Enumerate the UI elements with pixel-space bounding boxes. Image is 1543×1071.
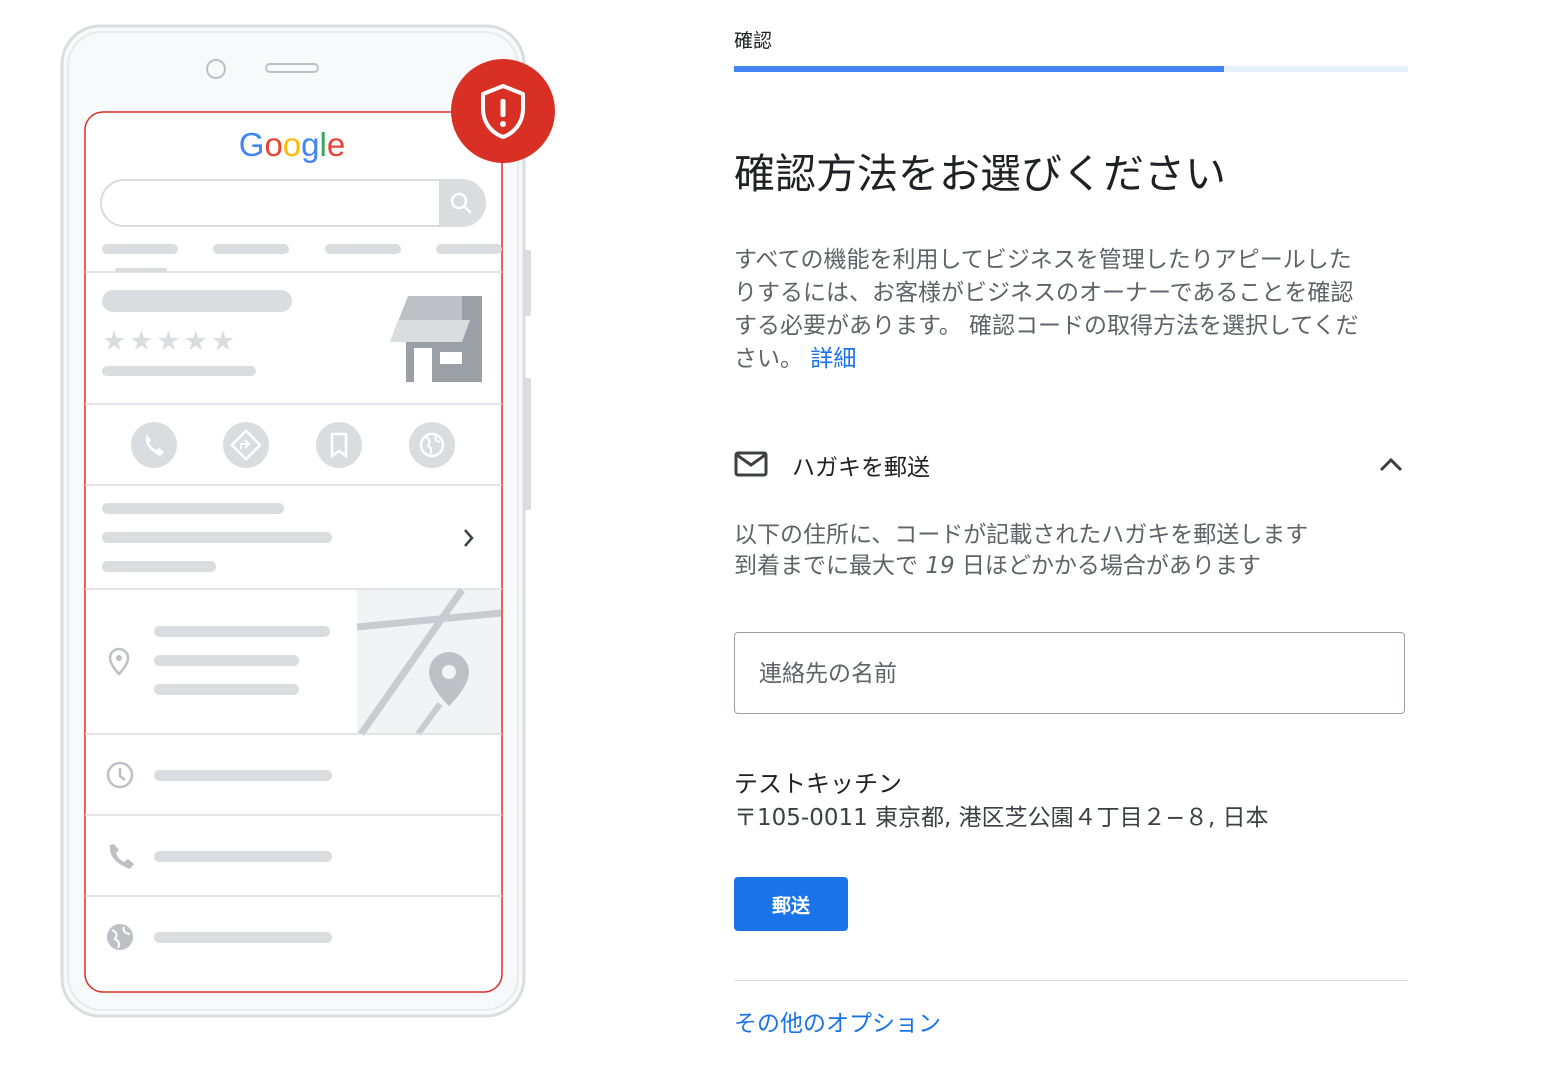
- info-line-1: 以下の住所に、コードが記載されたハガキを郵送します: [734, 522, 1309, 548]
- step-label: 確認: [734, 30, 773, 52]
- map-thumbnail: [356, 587, 502, 737]
- phone-illustration: Google ★★★★★: [0, 0, 620, 1071]
- progress-bar-fill: [734, 66, 1224, 72]
- contact-name-input[interactable]: [757, 633, 1381, 715]
- description-line: する必要があります。 確認コードの取得方法を選択してくだ: [734, 313, 1359, 339]
- page-description: すべての機能を利用してビジネスを管理したりアピールした りするには、お客様がビジ…: [734, 244, 1398, 376]
- description-line: すべての機能を利用してビジネスを管理したりアピールした: [734, 247, 1352, 273]
- globe-icon: [409, 422, 455, 468]
- business-address: 〒105-0011 東京都, 港区芝公園４丁目２−８, 日本: [734, 805, 1269, 831]
- info-line-2-suffix: 日ほどかかる場合があります: [954, 553, 1261, 579]
- call-icon: [131, 422, 177, 468]
- info-line-2-prefix: 到着までに最大で: [734, 553, 926, 579]
- bookmark-icon: [316, 422, 362, 468]
- details-link[interactable]: 詳細: [810, 346, 856, 372]
- mail-icon: [734, 451, 768, 477]
- progress-bar: [734, 66, 1408, 72]
- description-line: さい。: [734, 346, 803, 372]
- shield-alert-icon: [451, 59, 555, 163]
- directions-icon: [223, 422, 269, 468]
- other-options-link[interactable]: その他のオプション: [734, 1004, 941, 1038]
- business-name: テストキッチン: [734, 770, 902, 798]
- website-globe-icon: [107, 924, 133, 950]
- method-info: 以下の住所に、コードが記載されたハガキを郵送します 到着までに最大で 19 日ほ…: [734, 520, 1308, 582]
- description-line-last: さい。 詳細: [734, 343, 1398, 376]
- info-days: 19: [925, 553, 955, 579]
- google-logo: Google: [239, 126, 345, 163]
- method-label: ハガキを郵送: [792, 455, 930, 481]
- verification-panel: 確認 確認方法をお選びください すべての機能を利用してビジネスを管理したりアピー…: [734, 0, 1408, 1071]
- contact-name-field[interactable]: [734, 632, 1405, 715]
- search-bar: [100, 179, 486, 227]
- chevron-up-icon[interactable]: [1376, 450, 1406, 480]
- send-button[interactable]: 郵送: [734, 877, 848, 931]
- postcard-method-header[interactable]: ハガキを郵送: [734, 440, 1408, 488]
- description-line: りするには、お客様がビジネスのオーナーであることを確認: [734, 280, 1354, 306]
- page-title: 確認方法をお選びください: [734, 150, 1226, 198]
- info-line-2: 到着までに最大で 19 日ほどかかる場合があります: [734, 551, 1308, 582]
- rating-stars: ★★★★★: [102, 326, 238, 357]
- divider: [734, 980, 1408, 981]
